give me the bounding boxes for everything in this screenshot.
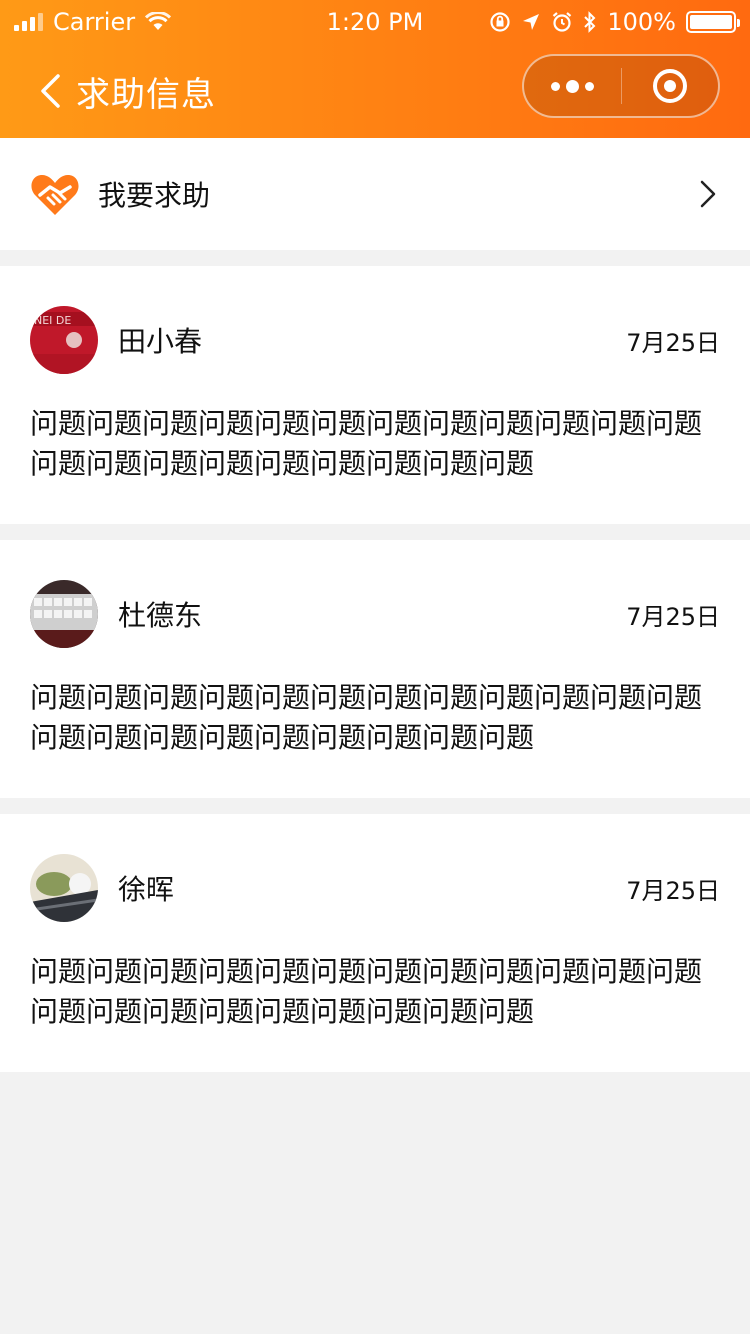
carrier-label: Carrier: [53, 8, 136, 36]
more-button[interactable]: [524, 56, 621, 116]
post-author-name: 田小春: [118, 325, 203, 358]
page-title: 求助信息: [76, 74, 216, 115]
bluetooth-icon: [584, 11, 596, 33]
post-date: 7月25日: [626, 602, 720, 631]
post-author-name: 杜德东: [118, 599, 203, 632]
post-content: 问题问题问题问题问题问题问题问题问题问题问题问题问题问题问题问题问题问题问题问题…: [30, 681, 703, 754]
post-content: 问题问题问题问题问题问题问题问题问题问题问题问题问题问题问题问题问题问题问题问题…: [30, 955, 703, 1028]
help-post[interactable]: 徐晖 7月25日 问题问题问题问题问题问题问题问题问题问题问题问题问题问题问题问…: [0, 814, 750, 1072]
more-dots-icon: [550, 79, 594, 93]
post-date: 7月25日: [626, 876, 720, 905]
battery-percent: 100%: [607, 8, 676, 36]
post-header: NEI DE 田小春 7月25日: [30, 306, 720, 374]
app-header: Carrier 100% 1:20 PM 求助信息: [0, 0, 750, 138]
location-arrow-icon: [523, 14, 540, 30]
post-content: 问题问题问题问题问题问题问题问题问题问题问题问题问题问题问题问题问题问题问题问题…: [30, 407, 703, 480]
back-button[interactable]: [24, 61, 76, 121]
post-author-name: 徐晖: [118, 873, 175, 906]
status-bar: Carrier 100%: [0, 0, 750, 44]
back-chevron-icon: [41, 74, 60, 108]
target-close-icon: [652, 69, 687, 103]
request-help-label: 我要求助: [98, 179, 211, 212]
chevron-right-icon: [700, 180, 716, 208]
navigation-bar: 求助信息: [0, 44, 750, 138]
help-post[interactable]: NEI DE 田小春 7月25日 问题问题问题问题问题问题问题问题问题问题问题问…: [0, 266, 750, 524]
post-header: 杜德东 7月25日: [30, 580, 720, 648]
post-header: 徐晖 7月25日: [30, 854, 720, 922]
help-post[interactable]: 杜德东 7月25日 问题问题问题问题问题问题问题问题问题问题问题问题问题问题问题…: [0, 540, 750, 798]
wifi-icon: [145, 12, 172, 30]
request-help-row[interactable]: 我要求助: [0, 138, 750, 250]
battery-icon: [686, 11, 740, 33]
mini-program-capsule: [522, 54, 720, 118]
avatar[interactable]: [30, 580, 98, 648]
orientation-lock-icon: [490, 12, 510, 32]
avatar[interactable]: [30, 854, 98, 922]
avatar[interactable]: NEI DE: [30, 306, 98, 374]
svg-text:NEI DE: NEI DE: [34, 314, 71, 327]
helping-hands-heart-icon: [31, 175, 79, 215]
signal-icon: [14, 13, 43, 31]
close-mini-program-button[interactable]: [622, 56, 719, 116]
post-date: 7月25日: [626, 328, 720, 357]
alarm-icon: [553, 12, 572, 32]
